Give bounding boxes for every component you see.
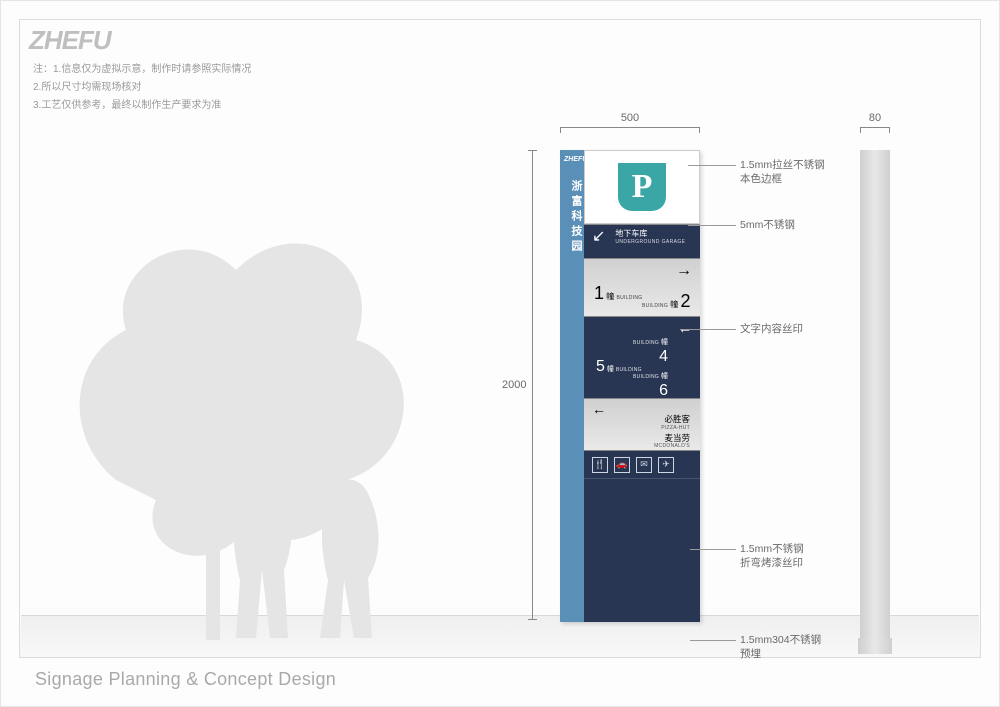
d2-en: MCDONALD'S [654,442,690,450]
side-profile-pole [860,150,890,638]
b2-unit: 幢 [670,300,678,309]
r1-en: BUILDING [633,340,659,346]
garage-en: UNDERGROUND GARAGE [615,239,685,245]
arrow-left-icon: ← [678,321,692,335]
b2-en: BUILDING [642,303,668,309]
callout-base-text: 1.5mm不锈钢 折弯烤漆丝印 [740,543,804,569]
r3-en: BUILDING [633,374,659,380]
r3-num: 6 [659,382,668,399]
callout-base: 1.5mm不锈钢 折弯烤漆丝印 [740,542,804,570]
arrow-down-left-icon: ↙ [592,229,605,245]
sign-spine: ZHEFU 浙富科技园 [560,150,584,622]
r1-num: 4 [659,348,668,365]
mail-icon: ✉ [636,457,652,473]
garage-cn: 地下车库 [615,229,685,239]
dimension-height: 2000 [502,150,533,620]
plane-icon: ✈ [658,457,674,473]
dimension-depth: 80 [860,112,890,133]
b1-num: 1 [594,283,604,303]
callout-panel: 5mm不锈钢 [740,218,795,232]
brand-logo: ZHEFU [29,25,111,56]
wayfinding-sign: ZHEFU 浙富科技园 P ↙ 地下车库 UNDERGROUND GARAGE … [560,150,700,622]
b2-num: 2 [680,291,690,311]
panel-buildings-12: → 1 幢 BUILDING BUILDING 幢 2 [584,258,700,316]
b1-unit: 幢 [606,292,614,301]
panel-garage: ↙ 地下车库 UNDERGROUND GARAGE [584,224,700,258]
car-icon: 🚗 [614,457,630,473]
footer-title: Signage Planning & Concept Design [35,669,336,690]
panel-restaurants: ← 必胜客PIZZA-HUT 麦当劳MCDONALD'S [584,398,700,450]
dim-width-value: 500 [621,112,639,124]
b1-en: BUILDING [616,295,642,301]
r1-unit: 幢 [661,339,668,346]
panel-base [584,478,700,622]
dim-depth-value: 80 [869,112,881,124]
arrow-left-icon: ← [592,402,606,416]
dimension-width: 500 [560,112,700,133]
dim-height-value: 2000 [502,379,526,391]
r2-unit: 幢 [607,366,614,373]
callout-print: 文字内容丝印 [740,322,803,336]
arrow-right-icon: → [676,263,692,279]
callout-frame: 1.5mm拉丝不锈钢 本色边框 [740,158,825,186]
drawing-notes: 注：1.信息仅为虚拟示意，制作时请参照实际情况 2.所以尺寸均需现场核对 3.工… [33,61,251,115]
restaurant-icon: 🍴 [592,457,608,473]
callout-panel-text: 5mm不锈钢 [740,219,795,231]
callout-frame-text: 1.5mm拉丝不锈钢 本色边框 [740,159,825,185]
callout-embed-text: 1.5mm304不锈钢 预埋 [740,634,821,660]
panel-parking: P [584,150,700,224]
d1-cn: 必胜客 [664,414,690,424]
r2-num: 5 [596,358,605,375]
people-silhouette [210,420,440,642]
sign-body: P ↙ 地下车库 UNDERGROUND GARAGE → 1 幢 BUILDI… [584,150,700,622]
r3-unit: 幢 [661,373,668,380]
d2-cn: 麦当劳 [664,433,690,443]
callout-print-text: 文字内容丝印 [740,323,803,335]
spine-title: 浙富科技园 [560,176,584,255]
d1-en: PIZZA-HUT [654,424,690,432]
callout-embed: 1.5mm304不锈钢 预埋 [740,633,821,661]
parking-badge: P [618,163,666,211]
panel-amenity-icons: 🍴 🚗 ✉ ✈ [584,450,700,478]
brand-logo-text: ZHEFU [29,25,111,56]
